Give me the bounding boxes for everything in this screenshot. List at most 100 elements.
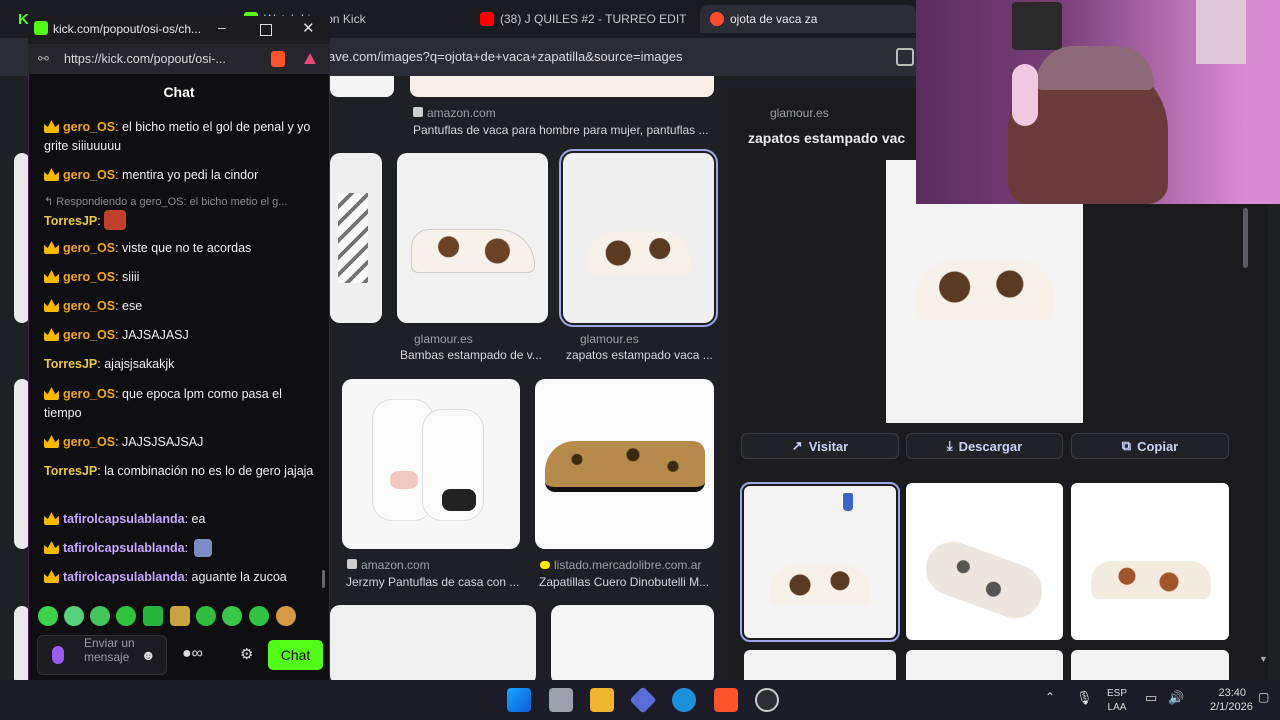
result-image-partial[interactable] bbox=[330, 605, 536, 680]
lang-code: ESP bbox=[1107, 688, 1128, 699]
chat-url-text[interactable]: https://kick.com/popout/osi-... bbox=[64, 52, 226, 66]
chat-username[interactable]: gero_OS bbox=[63, 168, 115, 182]
related-image-partial[interactable] bbox=[906, 650, 1063, 680]
microphone-icon[interactable]: 🎙 bbox=[1076, 690, 1093, 706]
result-image-selected[interactable] bbox=[559, 149, 718, 327]
chat-text: : la combinación no es lo de gero jajaja bbox=[97, 464, 314, 478]
result-image-partial[interactable] bbox=[551, 605, 714, 680]
chat-username[interactable]: gero_OS bbox=[63, 241, 115, 255]
chat-username[interactable]: TorresJP bbox=[44, 464, 97, 478]
chat-username[interactable]: tafirolcapsulablanda bbox=[63, 570, 185, 584]
chat-username[interactable]: gero_OS bbox=[63, 328, 115, 342]
emote-icon[interactable] bbox=[116, 606, 136, 626]
minimize-icon[interactable]: – bbox=[218, 19, 226, 35]
network-icon[interactable]: ▭ bbox=[1145, 690, 1157, 706]
chat-username[interactable]: TorresJP bbox=[44, 357, 97, 371]
result-source: glamour.es bbox=[580, 332, 639, 346]
emote-icon[interactable] bbox=[249, 606, 269, 626]
edge-icon[interactable] bbox=[672, 688, 696, 712]
result-caption[interactable]: Pantuflas de vaca para hombre para mujer… bbox=[413, 123, 713, 137]
emote-icon[interactable] bbox=[276, 606, 296, 626]
emote-icon[interactable] bbox=[222, 606, 242, 626]
send-chat-button[interactable]: Chat bbox=[268, 640, 323, 670]
tab-youtube[interactable]: (38) J QUILES #2 - TURREO EDIT bbox=[470, 5, 690, 33]
result-caption[interactable]: Bambas estampado de v... bbox=[400, 348, 548, 362]
result-image-partial[interactable] bbox=[330, 76, 394, 97]
headphone-icon bbox=[1012, 64, 1038, 126]
result-image-partial[interactable] bbox=[330, 153, 382, 323]
emote-icon[interactable] bbox=[64, 606, 84, 626]
related-image[interactable] bbox=[1071, 483, 1229, 640]
copy-button[interactable]: ⧉ Copiar bbox=[1071, 433, 1229, 459]
emote-icon[interactable] bbox=[196, 606, 216, 626]
result-image[interactable] bbox=[342, 379, 520, 549]
result-source: amazon.com bbox=[413, 106, 496, 120]
chevron-up-icon[interactable]: ⌃ bbox=[1045, 690, 1055, 704]
related-image[interactable] bbox=[906, 483, 1063, 640]
notification-icon[interactable]: ▢ bbox=[1258, 690, 1269, 704]
result-source: glamour.es bbox=[414, 332, 473, 346]
language-indicator[interactable]: ESP LAA bbox=[1107, 687, 1127, 715]
chat-message: gero_OS: ese bbox=[44, 297, 314, 316]
chat-header: Chat bbox=[163, 84, 195, 100]
result-image-partial[interactable] bbox=[410, 76, 714, 97]
panel-title[interactable]: zapatos estampado vac bbox=[748, 130, 905, 146]
scroll-down-icon[interactable]: ▼ bbox=[1259, 654, 1268, 664]
visit-button[interactable]: ↗ Visitar bbox=[741, 433, 899, 459]
result-caption[interactable]: zapatos estampado vaca ... bbox=[566, 348, 714, 362]
chat-text: : siiii bbox=[115, 270, 140, 284]
result-caption[interactable]: Jerzmy Pantuflas de casa con ... bbox=[346, 575, 522, 589]
result-image[interactable] bbox=[535, 379, 714, 549]
spotted-loafer-image bbox=[918, 534, 1050, 626]
chat-input[interactable]: Enviar un mensaje ☻ bbox=[37, 635, 167, 675]
share-icon[interactable] bbox=[896, 48, 914, 66]
site-info-icon[interactable]: ⚯ bbox=[38, 51, 49, 67]
brave-rewards-icon[interactable] bbox=[304, 53, 316, 64]
chat-username[interactable]: gero_OS bbox=[63, 435, 115, 449]
result-caption[interactable]: Zapatillas Cuero Dinobutelli M... bbox=[539, 575, 715, 589]
task-view-icon[interactable] bbox=[549, 688, 573, 712]
chat-username[interactable]: gero_OS bbox=[63, 120, 115, 134]
file-explorer-icon[interactable] bbox=[590, 688, 614, 712]
amazon-favicon-icon bbox=[347, 559, 357, 569]
clock[interactable]: 23:40 2/1/2026 bbox=[1210, 686, 1253, 714]
crown-badge-icon bbox=[44, 570, 59, 583]
related-image-partial[interactable] bbox=[744, 650, 896, 680]
download-icon: ⤓ bbox=[946, 438, 953, 453]
points-icon[interactable]: ●∞ bbox=[182, 645, 203, 663]
emote-icon[interactable] bbox=[170, 606, 190, 626]
volume-icon[interactable]: 🔊 bbox=[1168, 690, 1184, 706]
emoji-icon[interactable]: ☻ bbox=[141, 647, 156, 663]
chat-username[interactable]: gero_OS bbox=[63, 299, 115, 313]
chat-username[interactable]: TorresJP bbox=[44, 214, 97, 228]
chat-username[interactable]: gero_OS bbox=[63, 387, 115, 401]
obs-icon[interactable] bbox=[755, 688, 779, 712]
download-button[interactable]: ⤓ Descargar bbox=[906, 433, 1063, 459]
crown-badge-icon bbox=[44, 541, 59, 554]
crown-badge-icon bbox=[44, 241, 59, 254]
close-icon[interactable]: ✕ bbox=[302, 19, 315, 37]
brave-icon[interactable] bbox=[714, 688, 738, 712]
panel-source: glamour.es bbox=[770, 106, 829, 120]
chat-username[interactable]: tafirolcapsulablanda bbox=[63, 512, 185, 526]
result-image[interactable] bbox=[397, 153, 548, 323]
brave-shield-icon[interactable] bbox=[271, 51, 285, 67]
chat-username[interactable]: tafirolcapsulablanda bbox=[63, 541, 185, 555]
chat-username[interactable]: gero_OS bbox=[63, 270, 115, 284]
url-text[interactable]: ave.com/images?q=ojota+de+vaca+zapatilla… bbox=[328, 49, 682, 64]
chat-message: tafirolcapsulablanda: aguante la zucoa bbox=[44, 568, 314, 587]
emote-icon[interactable] bbox=[143, 606, 163, 626]
emote-icon[interactable] bbox=[90, 606, 110, 626]
related-image-selected[interactable] bbox=[740, 482, 900, 642]
result-source: listado.mercadolibre.com.ar bbox=[540, 558, 701, 572]
tab-brave-search[interactable]: ojota de vaca za bbox=[700, 5, 916, 33]
scrollbar-thumb[interactable] bbox=[1243, 208, 1248, 268]
emote-icon[interactable] bbox=[38, 606, 58, 626]
related-image-partial[interactable] bbox=[1071, 650, 1229, 680]
settings-gear-icon[interactable]: ⚙ bbox=[240, 645, 253, 663]
windows-start-icon[interactable] bbox=[507, 688, 531, 712]
maximize-icon[interactable] bbox=[260, 24, 272, 36]
chat-scrollbar[interactable] bbox=[322, 570, 325, 588]
microphone-icon[interactable] bbox=[52, 646, 64, 664]
chat-message: gero_OS: JAJSJSAJSAJ bbox=[44, 433, 314, 452]
